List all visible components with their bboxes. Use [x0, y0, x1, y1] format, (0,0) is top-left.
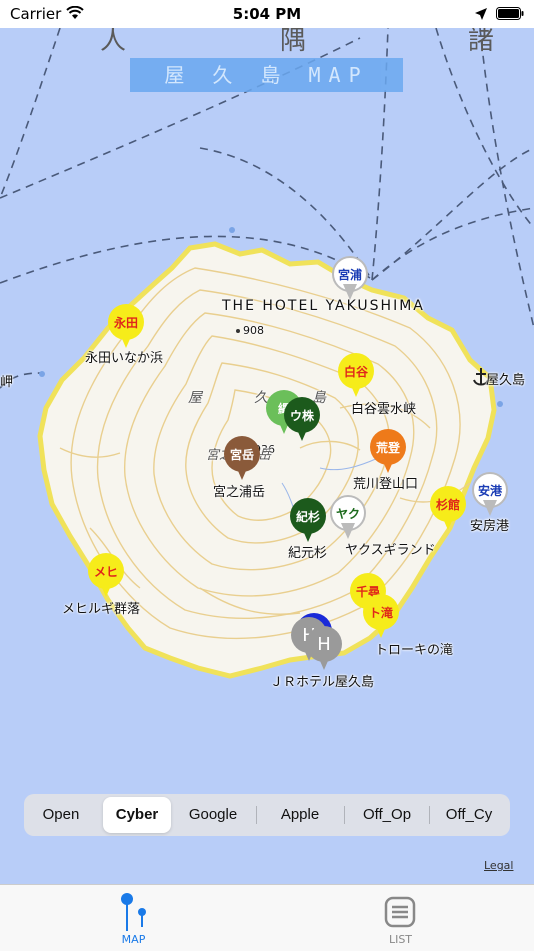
- label-yakushima-town: 屋久島: [486, 373, 526, 388]
- map-kanji-ya: 屋: [188, 390, 202, 406]
- segment-divider: [429, 806, 430, 824]
- pin-uka[interactable]: ウ株: [284, 397, 320, 443]
- map-view[interactable]: 人 隅 諸 岬 屋 久 島 MAP THE HOTEL YAKUSHIMA 90…: [0, 28, 534, 884]
- label-kigensugi: 紀元杉: [288, 546, 328, 561]
- segment-cyber[interactable]: Cyber: [103, 797, 171, 833]
- segment-open[interactable]: Open: [27, 797, 95, 833]
- segment-apple[interactable]: Apple: [266, 797, 334, 833]
- pin-shiratani[interactable]: 白谷: [338, 353, 374, 399]
- segment-divider: [344, 806, 345, 824]
- pin-anko[interactable]: 安港: [472, 472, 508, 518]
- map-top-label-1: 人: [100, 28, 127, 56]
- pin-nagata[interactable]: 永田: [108, 304, 144, 350]
- clock: 5:04 PM: [232, 5, 302, 23]
- pin-hotel-h2[interactable]: H: [306, 626, 342, 672]
- map-edge-label: 岬: [0, 375, 14, 390]
- legal-link[interactable]: Legal: [484, 859, 513, 872]
- pin-miyaura[interactable]: 宮浦: [332, 256, 368, 302]
- tab-list[interactable]: LIST: [267, 885, 534, 951]
- pin-totaki[interactable]: ト滝: [363, 594, 399, 640]
- segment-divider: [256, 806, 257, 824]
- pin-sugikan[interactable]: 杉館: [430, 486, 466, 532]
- status-bar: Carrier 5:04 PM: [0, 0, 534, 28]
- tab-bar: MAP LIST: [0, 884, 534, 951]
- pin-miyadake[interactable]: 宮岳: [224, 436, 260, 482]
- location-arrow-icon: [475, 8, 487, 20]
- pin-mehi[interactable]: メヒ: [88, 553, 124, 599]
- segment-off-cy[interactable]: Off_Cy: [435, 797, 503, 833]
- hotel-label: THE HOTEL YAKUSHIMA: [222, 298, 425, 314]
- list-icon: [384, 896, 416, 928]
- elevation-908: 908: [243, 324, 264, 337]
- pin-arato[interactable]: 荒登: [370, 429, 406, 475]
- pin-kisugi[interactable]: 紀杉: [290, 498, 326, 544]
- label-shiratani: 白谷雲水峡: [351, 402, 417, 417]
- label-mehirugi: メヒルギ群落: [62, 602, 141, 617]
- battery-icon: [496, 7, 524, 20]
- label-arakawa: 荒川登山口: [353, 477, 419, 492]
- map-title-banner: 屋 久 島 MAP: [130, 58, 403, 92]
- map-top-label-3: 諸: [468, 28, 495, 56]
- tab-list-label: LIST: [388, 933, 413, 946]
- pin-yaku[interactable]: ヤク: [330, 495, 366, 541]
- map-type-segmented-control[interactable]: Open Cyber Google Apple Off_Op Off_Cy: [24, 794, 510, 836]
- label-jr-hotel: ＪＲホテル屋久島: [270, 675, 375, 690]
- tab-map-label: MAP: [121, 933, 146, 946]
- tab-map[interactable]: MAP: [0, 885, 267, 951]
- map-pins-icon: [121, 893, 146, 931]
- segment-off-op[interactable]: Off_Op: [353, 797, 421, 833]
- label-miyanoura-dake: 宮之浦岳: [213, 485, 266, 500]
- label-torokinotaki: トローキの滝: [375, 643, 454, 658]
- label-yakusugi-land: ヤクスギランド: [345, 543, 436, 558]
- map-top-label-2: 隅: [280, 28, 307, 56]
- segment-google[interactable]: Google: [179, 797, 247, 833]
